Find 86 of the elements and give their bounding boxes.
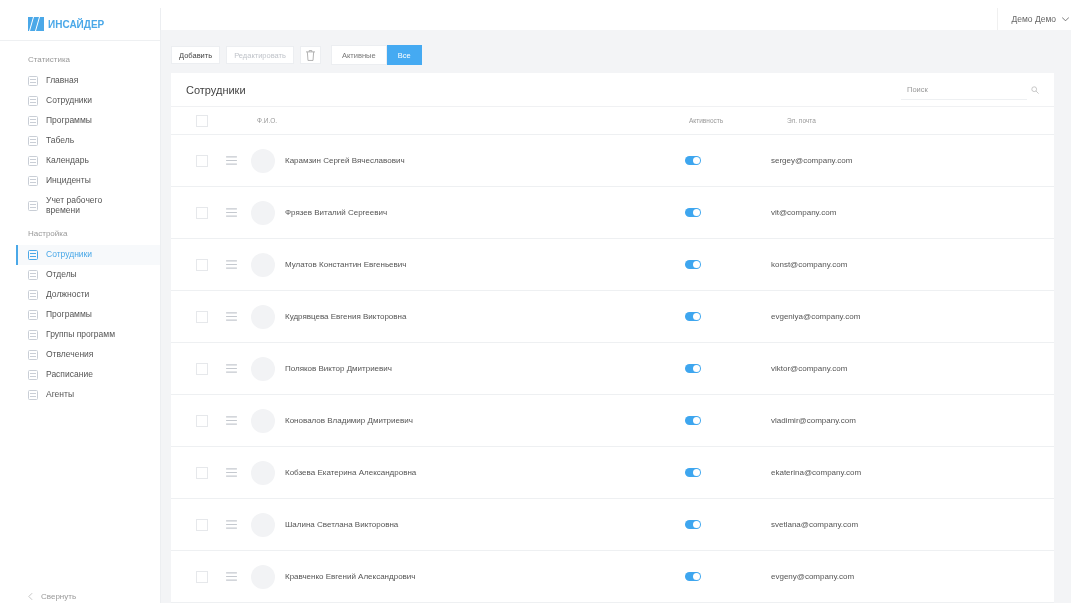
sidebar-item[interactable]: Агенты: [16, 384, 160, 405]
row-checkbox[interactable]: [196, 258, 208, 271]
activity-toggle[interactable]: [685, 208, 701, 217]
sidebar-item[interactable]: Табель: [16, 131, 160, 151]
sidebar-item[interactable]: Программы: [16, 111, 160, 131]
activity-toggle[interactable]: [685, 156, 701, 165]
section-title: Настройка: [27, 227, 69, 240]
employee-name: Поляков Виктор Дмитриевич: [285, 364, 393, 373]
row-checkbox[interactable]: [196, 466, 208, 479]
drag-handle-icon[interactable]: [226, 364, 237, 373]
user-menu[interactable]: Демо Демо: [996, 8, 1071, 30]
sidebar-item[interactable]: Программы: [16, 304, 160, 325]
row-checkbox[interactable]: [196, 570, 208, 583]
sidebar-item[interactable]: Расписание: [16, 364, 160, 385]
sidebar-item[interactable]: Сотрудники: [16, 91, 160, 111]
employee-email: viktor@company.com: [771, 364, 849, 373]
delete-button[interactable]: [299, 46, 321, 64]
nav-icon: [28, 156, 38, 166]
row-checkbox[interactable]: [196, 414, 208, 427]
employee-name: Мулатов Константин Евгеньевич: [285, 260, 408, 269]
row-checkbox[interactable]: [196, 154, 208, 167]
employee-email: vit@company.com: [771, 208, 838, 217]
employee-email: konst@company.com: [771, 260, 849, 269]
select-all-checkbox[interactable]: [196, 114, 208, 127]
sidebar-item[interactable]: Календарь: [16, 151, 160, 171]
nav-icon: [28, 269, 38, 280]
activity-toggle[interactable]: [685, 260, 701, 269]
logo-text: ИНСАЙДЕР: [48, 18, 105, 30]
employee-name: Коновалов Владимир Дмитриевич: [285, 416, 414, 425]
drag-handle-icon[interactable]: [226, 572, 237, 581]
nav-icon: [28, 76, 38, 86]
caret-icon: [1062, 16, 1069, 22]
nav-icon: [28, 349, 38, 360]
employee-name: Кудрявцева Евгения Викторовна: [285, 312, 408, 321]
nav-icon: [28, 329, 38, 340]
employee-name: Карамзин Сергей Вячеславович: [285, 156, 406, 165]
drag-handle-icon[interactable]: [226, 416, 237, 425]
sidebar-item[interactable]: Группы программ: [16, 324, 160, 345]
sidebar-item[interactable]: Отвлечения: [16, 344, 160, 365]
employee-name: Кобзева Екатерина Александровна: [285, 468, 418, 477]
row-checkbox[interactable]: [196, 310, 208, 323]
activity-toggle[interactable]: [685, 312, 701, 321]
employee-email: ekaterina@company.com: [771, 468, 863, 477]
sidebar-item[interactable]: Главная: [16, 71, 160, 91]
activity-toggle[interactable]: [685, 416, 701, 425]
nav-icon: [28, 116, 38, 126]
employee-email: evgeny@company.com: [771, 572, 856, 581]
drag-handle-icon[interactable]: [226, 260, 237, 269]
drag-handle-icon[interactable]: [226, 312, 237, 321]
employee-email: svetlana@company.com: [771, 520, 860, 529]
chevron-left-icon: [28, 593, 33, 600]
row-checkbox[interactable]: [196, 518, 208, 531]
search-icon[interactable]: [1031, 85, 1039, 94]
nav-icon: [28, 289, 38, 300]
row-checkbox[interactable]: [196, 206, 208, 219]
section-title: Статистика: [27, 54, 71, 66]
sidebar-item[interactable]: Отделы: [16, 264, 160, 285]
employee-email: sergey@company.com: [771, 156, 854, 165]
nav-icon: [28, 249, 38, 260]
activity-toggle[interactable]: [685, 364, 701, 373]
employee-name: Кравченко Евгений Александрович: [285, 572, 417, 581]
activity-toggle[interactable]: [685, 468, 701, 477]
sidebar-item[interactable]: Инциденты: [16, 171, 160, 191]
nav-icon: [28, 176, 38, 186]
trash-icon: [305, 49, 315, 61]
nav-icon: [28, 369, 38, 380]
drag-handle-icon[interactable]: [226, 208, 237, 217]
activity-toggle[interactable]: [685, 520, 701, 529]
nav-icon: [28, 200, 38, 211]
sidebar-item[interactable]: Должности: [16, 284, 160, 305]
drag-handle-icon[interactable]: [226, 156, 237, 165]
sidebar-item[interactable]: Учет рабочего времени: [16, 191, 160, 221]
nav-icon: [28, 309, 38, 320]
drag-handle-icon[interactable]: [226, 520, 237, 529]
employee-email: vladimir@company.com: [771, 416, 857, 425]
nav-icon: [28, 96, 38, 106]
employee-name: Фрязев Виталий Сергеевич: [285, 208, 389, 217]
row-checkbox[interactable]: [196, 362, 208, 375]
card-title: Сотрудники: [186, 83, 246, 96]
logo-icon: [28, 17, 44, 31]
nav-icon: [28, 136, 38, 146]
employee-name: Шалина Светлана Викторовна: [285, 520, 400, 529]
nav-icon: [28, 389, 38, 400]
activity-toggle[interactable]: [685, 572, 701, 581]
drag-handle-icon[interactable]: [226, 468, 237, 477]
employee-email: evgeniya@company.com: [771, 312, 862, 321]
